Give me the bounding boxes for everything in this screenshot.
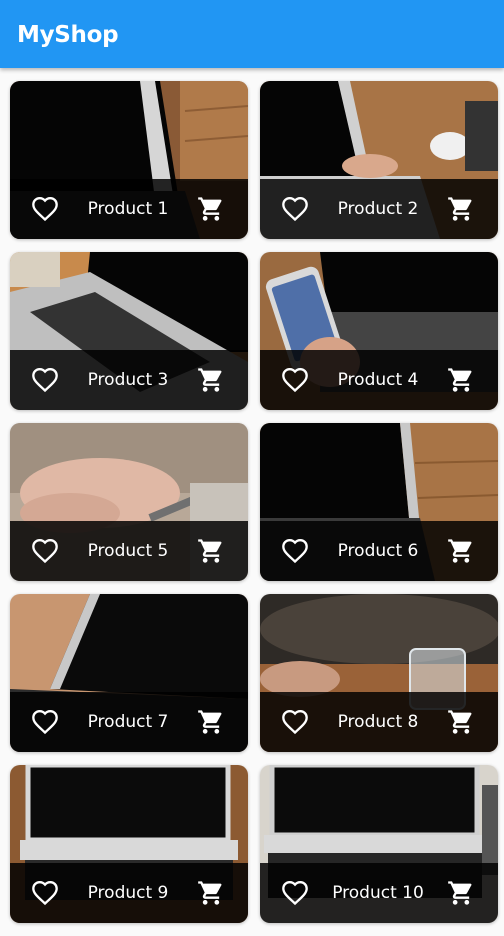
- heart-outline-icon[interactable]: [280, 537, 310, 565]
- heart-outline-icon[interactable]: [280, 879, 310, 907]
- product-footer: Product 4: [260, 350, 498, 410]
- shopping-cart-icon[interactable]: [196, 708, 226, 736]
- product-footer: Product 9: [10, 863, 248, 923]
- heart-outline-icon[interactable]: [280, 366, 310, 394]
- product-footer: Product 2: [260, 179, 498, 239]
- product-grid[interactable]: Product 1 Product 2 Product 3 Product 4 …: [0, 68, 504, 936]
- heart-outline-icon[interactable]: [30, 879, 60, 907]
- product-name: Product 7: [87, 712, 169, 732]
- shopping-cart-icon[interactable]: [446, 195, 476, 223]
- product-footer: Product 6: [260, 521, 498, 581]
- product-footer: Product 8: [260, 692, 498, 752]
- product-footer: Product 5: [10, 521, 248, 581]
- shopping-cart-icon[interactable]: [446, 708, 476, 736]
- shopping-cart-icon[interactable]: [446, 366, 476, 394]
- product-name: Product 1: [87, 199, 169, 219]
- product-name: Product 6: [337, 541, 419, 561]
- product-footer: Product 3: [10, 350, 248, 410]
- product-card[interactable]: Product 1: [10, 81, 248, 239]
- heart-outline-icon[interactable]: [30, 537, 60, 565]
- product-name: Product 3: [87, 370, 169, 390]
- app-title: MyShop: [17, 22, 119, 48]
- shopping-cart-icon[interactable]: [446, 537, 476, 565]
- product-footer: Product 1: [10, 179, 248, 239]
- product-footer: Product 10: [260, 863, 498, 923]
- product-card[interactable]: Product 7: [10, 594, 248, 752]
- shopping-cart-icon[interactable]: [446, 879, 476, 907]
- heart-outline-icon[interactable]: [30, 708, 60, 736]
- product-card[interactable]: Product 8: [260, 594, 498, 752]
- product-card[interactable]: Product 10: [260, 765, 498, 923]
- shopping-cart-icon[interactable]: [196, 195, 226, 223]
- product-name: Product 8: [337, 712, 419, 732]
- heart-outline-icon[interactable]: [280, 195, 310, 223]
- product-name: Product 10: [332, 883, 424, 903]
- heart-outline-icon[interactable]: [30, 195, 60, 223]
- shopping-cart-icon[interactable]: [196, 537, 226, 565]
- product-card[interactable]: Product 4: [260, 252, 498, 410]
- heart-outline-icon[interactable]: [30, 366, 60, 394]
- product-name: Product 5: [87, 541, 169, 561]
- product-card[interactable]: Product 5: [10, 423, 248, 581]
- product-name: Product 9: [87, 883, 169, 903]
- product-name: Product 4: [337, 370, 419, 390]
- shopping-cart-icon[interactable]: [196, 879, 226, 907]
- product-card[interactable]: Product 2: [260, 81, 498, 239]
- product-footer: Product 7: [10, 692, 248, 752]
- product-card[interactable]: Product 3: [10, 252, 248, 410]
- shopping-cart-icon[interactable]: [196, 366, 226, 394]
- product-card[interactable]: Product 6: [260, 423, 498, 581]
- product-card[interactable]: Product 9: [10, 765, 248, 923]
- product-name: Product 2: [337, 199, 419, 219]
- heart-outline-icon[interactable]: [280, 708, 310, 736]
- app-bar: MyShop: [0, 0, 504, 68]
